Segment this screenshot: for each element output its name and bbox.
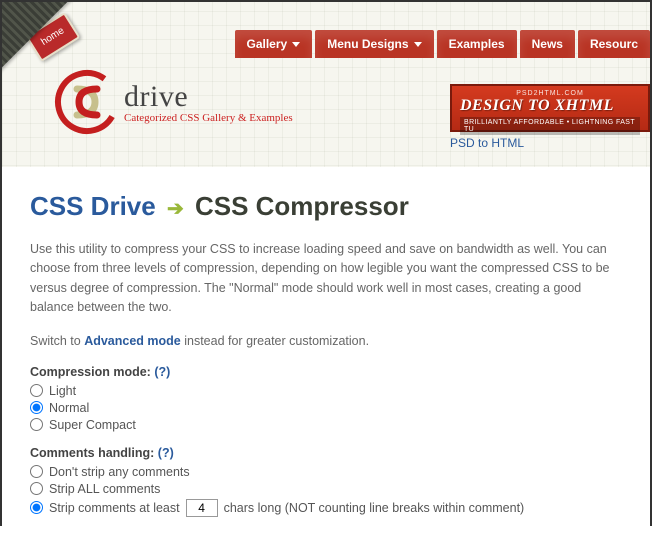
comments-radio-length[interactable] — [30, 501, 43, 514]
nav-item-news[interactable]: News — [520, 30, 575, 58]
comments-handling-group: Comments handling: (?) Don't strip any c… — [30, 446, 622, 517]
ad-banner[interactable]: PSD2HTML.COM DESIGN TO XHTML BRILLIANTLY… — [450, 84, 650, 132]
nav-item-menu-designs[interactable]: Menu Designs — [315, 30, 433, 58]
chevron-down-icon — [414, 42, 422, 47]
advanced-mode-link[interactable]: Advanced mode — [84, 334, 181, 348]
nav-item-examples[interactable]: Examples — [437, 30, 517, 58]
comments-radio-none[interactable] — [30, 465, 43, 478]
compression-radio-light[interactable] — [30, 384, 43, 397]
compression-option-super-compact[interactable]: Super Compact — [30, 418, 622, 432]
compression-option-normal[interactable]: Normal — [30, 401, 622, 415]
comments-radio-all[interactable] — [30, 482, 43, 495]
ad-link[interactable]: PSD to HTML — [450, 136, 524, 150]
main-nav: GalleryMenu DesignsExamplesNewsResourc — [235, 30, 651, 58]
mode-switch-text: Switch to Advanced mode instead for grea… — [30, 332, 622, 351]
compression-help-icon[interactable]: (?) — [154, 365, 170, 379]
compression-option-light[interactable]: Light — [30, 384, 622, 398]
page-title: CSS Drive ➔ CSS Compressor — [30, 191, 622, 222]
comments-length-input[interactable] — [186, 499, 218, 517]
compression-title: Compression mode: — [30, 365, 151, 379]
compression-mode-group: Compression mode: (?) Light Normal Super C… — [30, 365, 622, 432]
compression-radio-normal[interactable] — [30, 401, 43, 414]
intro-text: Use this utility to compress your CSS to… — [30, 240, 622, 318]
main-content: CSS Drive ➔ CSS Compressor Use this util… — [2, 167, 650, 551]
nav-item-gallery[interactable]: Gallery — [235, 30, 313, 58]
chevron-down-icon — [292, 42, 300, 47]
breadcrumb-arrow-icon: ➔ — [167, 198, 184, 220]
logo-title: drive — [124, 80, 293, 114]
comments-option-none[interactable]: Don't strip any comments — [30, 465, 622, 479]
logo-subtitle: Categorized CSS Gallery & Examples — [124, 112, 293, 124]
ad-block: PSD2HTML.COM DESIGN TO XHTML BRILLIANTLY… — [450, 84, 650, 150]
breadcrumb-root[interactable]: CSS Drive — [30, 191, 156, 221]
breadcrumb-current: CSS Compressor — [195, 191, 409, 221]
comments-help-icon[interactable]: (?) — [158, 446, 174, 460]
comments-option-all[interactable]: Strip ALL comments — [30, 482, 622, 496]
corner-ribbon — [2, 2, 90, 90]
nav-item-resourc[interactable]: Resourc — [578, 30, 650, 58]
comments-option-length[interactable]: Strip comments at least chars long (NOT … — [30, 499, 622, 517]
comments-title: Comments handling: — [30, 446, 154, 460]
compression-radio-super-compact[interactable] — [30, 418, 43, 431]
